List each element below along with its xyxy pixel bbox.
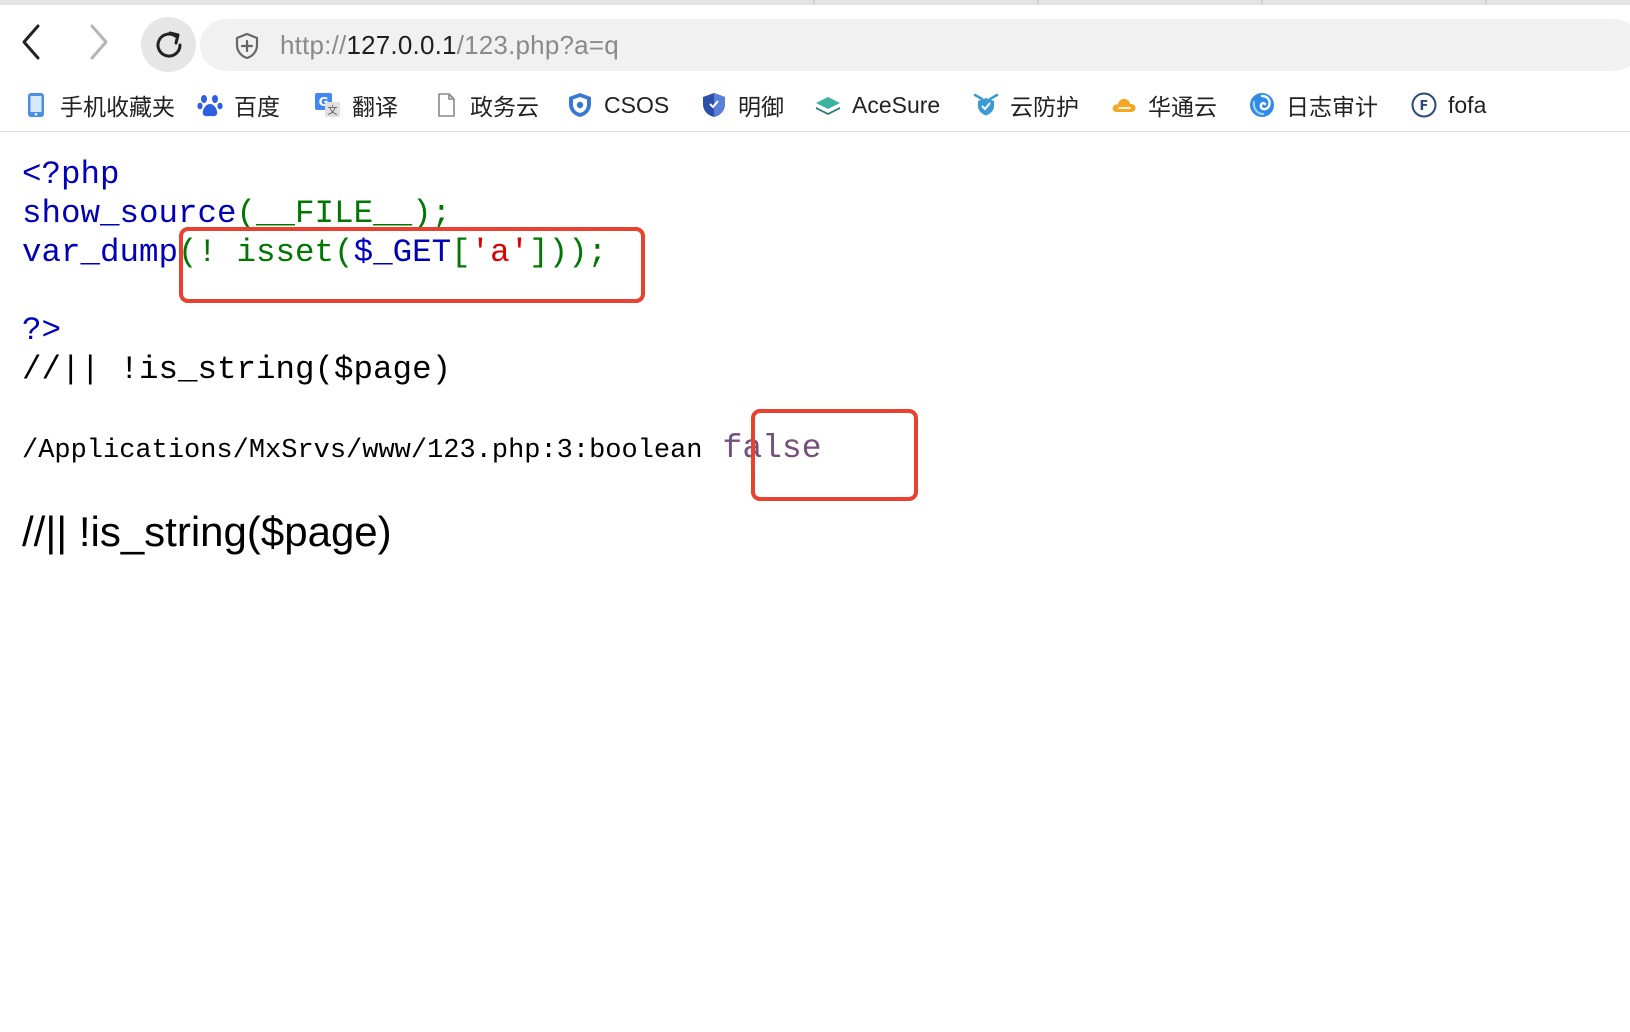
chevron-right-icon [90,24,108,60]
php-source-listing: <?php show_source(__FILE__); var_dump(! … [22,155,607,389]
bookmark-label: 手机收藏夹 [60,94,175,120]
source-line-2-args: (__FILE__); [236,195,452,232]
browser-toolbar: http://127.0.0.1/123.php?a=q [0,5,1630,75]
bookmark-translate[interactable]: G文 翻译 [314,86,398,124]
bookmark-label: fofa [1448,91,1487,118]
source-line-3-paren: ( [334,234,354,271]
cloud-icon [1112,98,1136,112]
phone-icon [28,93,44,117]
bookmark-mingyu[interactable]: 明御 [700,86,784,124]
forward-button[interactable] [76,19,122,65]
bookmark-log-audit[interactable]: 日志审计 [1248,86,1378,124]
trailing-text: //|| !is_string($page) [22,508,392,555]
source-line-3-close: ])); [529,234,608,271]
shield-icon [703,93,725,117]
bookmark-gov-cloud[interactable]: 政务云 [432,86,539,124]
var-dump-value: false [722,430,822,467]
url-path: /123.php?a=q [456,30,619,60]
reload-button[interactable] [141,17,196,72]
source-line-3-bracket: [ [451,234,471,271]
svg-text:文: 文 [328,104,338,117]
source-line-3-var: $_GET [353,234,452,271]
bookmark-csos[interactable]: CSOS [566,86,669,124]
baidu-paw-icon [197,95,223,117]
svg-text:F: F [1420,99,1429,114]
bookmark-label: 云防护 [1010,94,1079,120]
document-icon [438,93,455,117]
var-dump-prefix: /Applications/MxSrvs/www/123.php:3:boole… [22,436,703,466]
address-bar[interactable]: http://127.0.0.1/123.php?a=q [200,19,1630,71]
source-line-2: show_source(__FILE__); [22,195,451,232]
source-line-3-key: 'a' [470,234,530,271]
source-line-5: ?> [22,312,62,349]
source-line-2-function: show_source [22,195,237,232]
security-shield-icon[interactable] [234,32,260,60]
var-dump-output: /Applications/MxSrvs/www/123.php:3:boole… [22,430,822,467]
bookmark-cloud-protect[interactable]: 云防护 [972,86,1079,124]
source-line-1: <?php [22,156,120,193]
cloud-guard-icon [973,93,999,116]
bookmark-label: 华通云 [1148,94,1217,120]
bookmark-huatong-cloud[interactable]: 华通云 [1110,86,1217,124]
source-line-6: //|| !is_string($page) [22,351,452,388]
source-line-3: var_dump(! isset($_GET['a'])); [22,234,607,271]
source-line-3-open: (! [178,234,237,271]
bookmark-fofa[interactable]: F fofa [1410,86,1486,124]
bookmark-mobile-favorites[interactable]: 手机收藏夹 [22,86,175,124]
url-scheme: http:// [280,30,347,60]
bookmark-label: CSOS [604,91,670,118]
bookmark-label: AceSure [852,91,941,118]
reload-icon [156,31,182,57]
source-line-3-function: var_dump [22,234,179,271]
chevron-left-icon [22,24,40,60]
bookmark-label: 百度 [234,94,280,120]
translate-icon: G文 [315,93,340,117]
csos-shield-icon [569,93,591,117]
swirl-icon [1250,93,1274,117]
bookmark-label: 日志审计 [1286,94,1378,120]
bookmarks-bar: 手机收藏夹 百度 G文 翻译 政务云 CSOS 明御 AceSure 云防护 华… [0,78,1630,132]
bookmark-baidu[interactable]: 百度 [196,86,280,124]
fofa-icon: F [1411,92,1437,118]
layers-icon [816,97,840,115]
bookmark-label: 翻译 [352,94,398,120]
back-button[interactable] [8,19,54,65]
bookmark-label: 明御 [738,94,784,120]
url-text[interactable]: http://127.0.0.1/123.php?a=q [280,30,619,61]
bookmark-label: 政务云 [470,94,539,120]
source-line-3-isset: isset [236,234,335,271]
url-host: 127.0.0.1 [346,30,457,60]
bookmark-acesure[interactable]: AceSure [814,86,940,124]
